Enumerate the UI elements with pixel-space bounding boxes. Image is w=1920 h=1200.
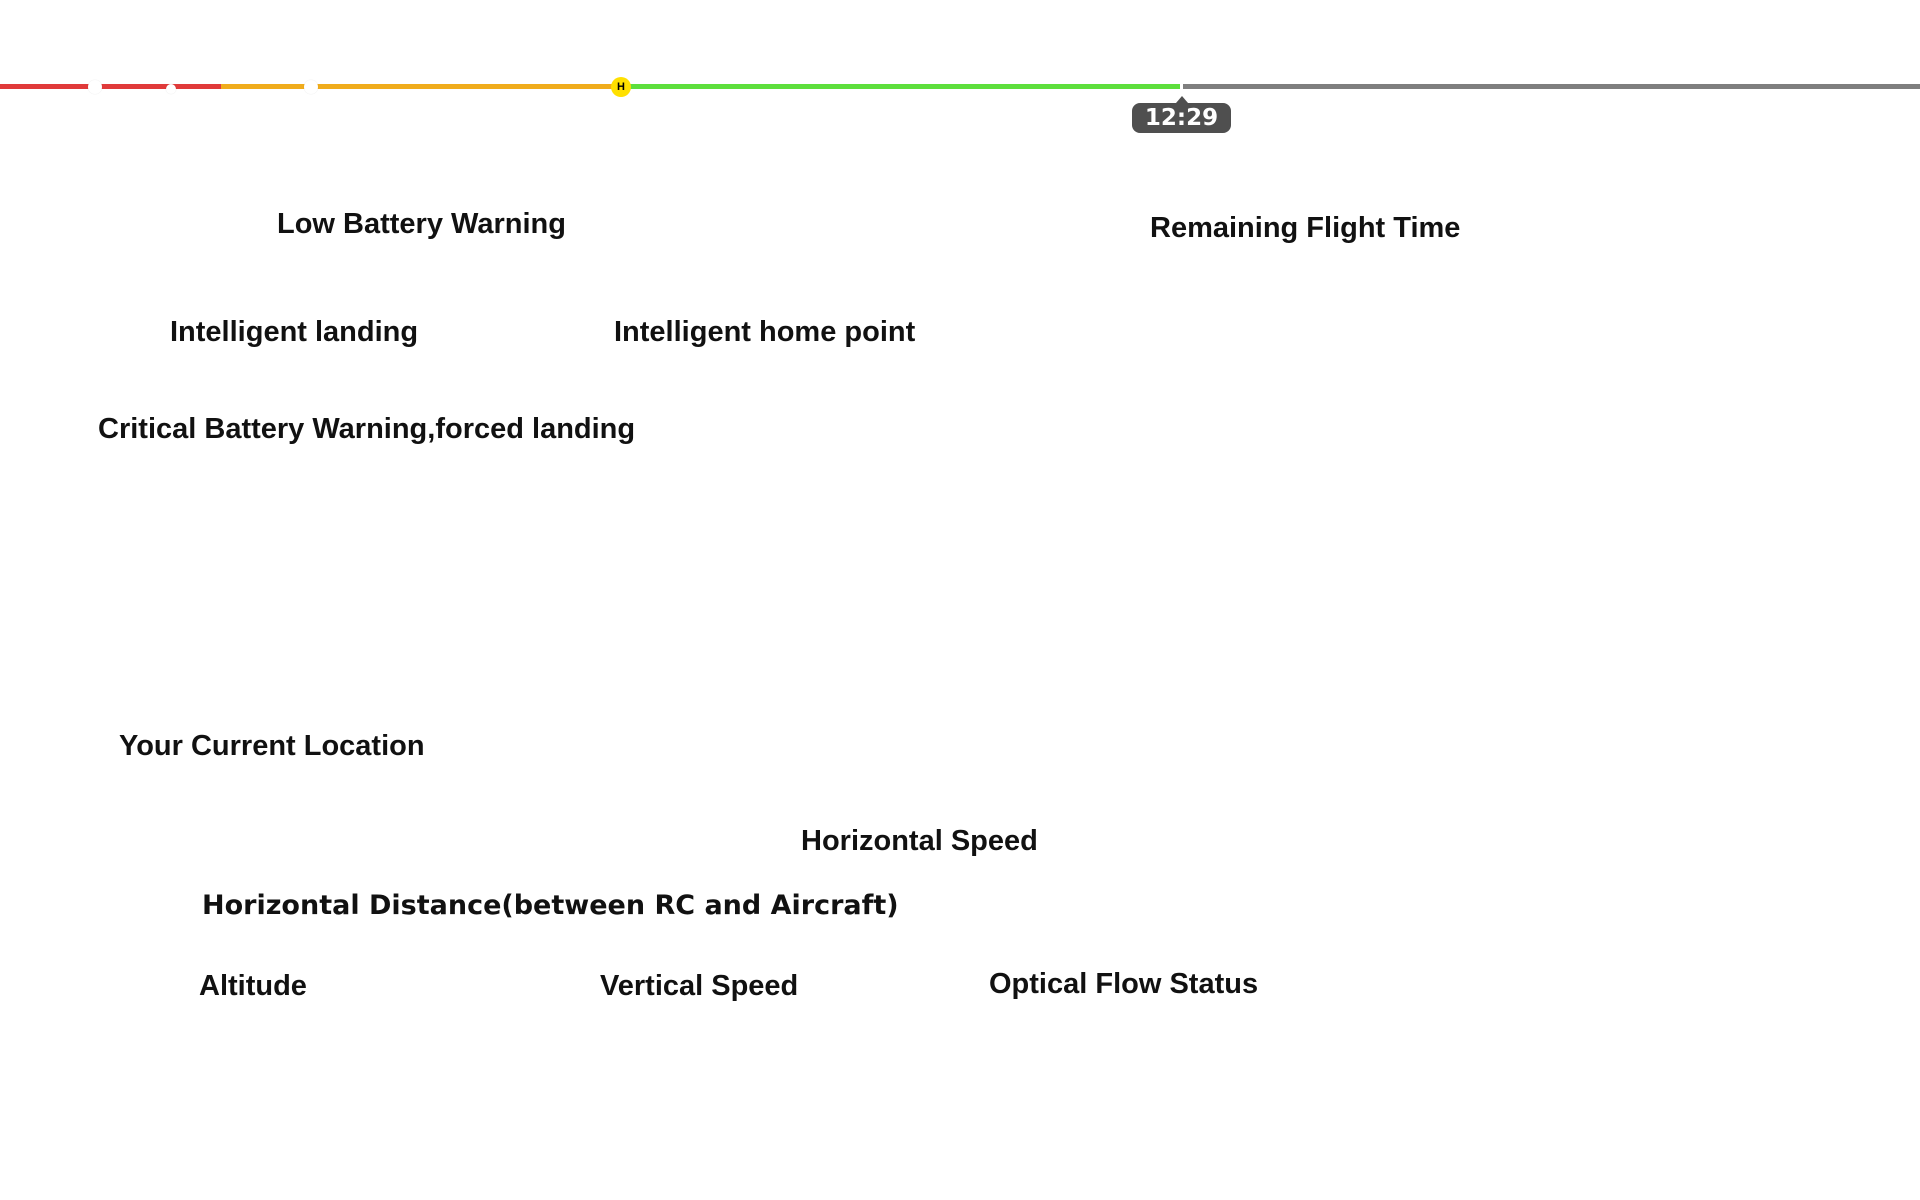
optical-flow-status-label: Optical Flow Status [989, 968, 1259, 1000]
battery-bar-remaining-segment [1182, 84, 1920, 89]
low-battery-warning-label: Low Battery Warning [277, 208, 566, 240]
vertical-speed-label: Vertical Speed [600, 970, 799, 1002]
battery-bar-low-segment [221, 84, 622, 89]
current-location-label: Your Current Location [119, 730, 425, 762]
horizontal-speed-label: Horizontal Speed [801, 825, 1038, 857]
remaining-flight-time-label: Remaining Flight Time [1150, 212, 1461, 244]
low-battery-dot [304, 80, 318, 94]
home-marker-label: H [617, 81, 625, 93]
battery-bar-normal-segment [622, 84, 1182, 89]
home-point-marker: H [611, 77, 631, 97]
intelligent-landing-label: Intelligent landing [170, 316, 419, 348]
battery-legend-canvas: H 12:29 Low Battery Warning Remaining Fl… [0, 0, 1920, 1200]
altitude-label: Altitude [199, 970, 307, 1002]
critical-battery-warning-label: Critical Battery Warning,forced landing [98, 413, 636, 445]
remaining-time-value: 12:29 [1144, 105, 1219, 131]
remaining-time-badge: 12:29 [1132, 96, 1231, 133]
critical-battery-dot [88, 80, 102, 94]
intelligent-home-point-label: Intelligent home point [614, 316, 916, 348]
battery-bar-critical-segment [0, 84, 221, 89]
intelligent-landing-dot [166, 84, 176, 94]
horizontal-distance-label: Horizontal Distance(between RC and Aircr… [202, 890, 899, 921]
current-battery-tick [1180, 81, 1183, 93]
